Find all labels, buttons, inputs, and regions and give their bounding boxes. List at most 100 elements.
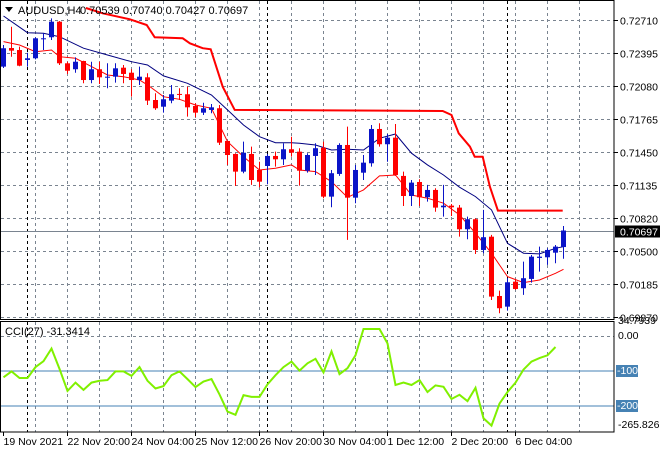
candle-body	[425, 189, 430, 198]
cci-axis-label: 34.7939	[618, 315, 656, 327]
candle-body	[249, 153, 254, 181]
candle-body	[137, 76, 142, 81]
candle-body	[321, 147, 326, 197]
candle-body	[417, 181, 422, 198]
candle-body	[201, 108, 206, 113]
price-axis-label: 0.72080	[620, 82, 658, 94]
time-axis-label: 25 Nov 12:00	[196, 436, 259, 448]
candle-body	[313, 148, 318, 156]
symbol-label: AUDUSD,H4	[18, 5, 82, 17]
candle-body	[217, 108, 222, 143]
candle-bearish	[321, 141, 326, 199]
price-axis-label: 0.70820	[620, 214, 658, 226]
candle-body	[161, 99, 166, 107]
time-axis-label: 6 Dec 04:00	[516, 436, 573, 448]
candle-body	[185, 94, 190, 108]
candle-body	[513, 281, 518, 289]
candle-body	[129, 72, 134, 81]
candle-bullish	[369, 124, 374, 167]
candle-body	[57, 21, 62, 64]
candle-bullish	[337, 143, 342, 176]
cci-axis-label: -100	[617, 365, 638, 377]
price-chart[interactable]: 0.72710 0.72395 0.72080 0.71765 0.71450 0.711…	[0, 0, 660, 450]
candle-body	[9, 48, 14, 51]
candle-body	[225, 140, 230, 156]
candle-body	[537, 256, 542, 258]
candle-body	[561, 230, 566, 248]
cci-axis-label: -200	[617, 400, 638, 412]
candle-body	[393, 137, 398, 175]
candle-body	[377, 128, 382, 145]
time-axis-label: 19 Nov 2021	[4, 436, 64, 448]
candle-body	[337, 144, 342, 174]
candle-body	[209, 107, 214, 110]
candle-body	[65, 63, 70, 71]
candle-body	[89, 69, 94, 81]
candle-body	[113, 68, 118, 77]
cci-axis-label: 0.00	[618, 330, 639, 342]
candle-body	[457, 207, 462, 230]
cci-axis-label: -265.8267	[618, 419, 660, 431]
time-axis-label: 2 Dec 20:00	[452, 436, 509, 448]
candle-bearish	[217, 105, 222, 145]
candle-body	[41, 38, 46, 40]
price-axis-label: 0.70500	[620, 247, 658, 259]
ohlc-readout: 0.70539 0.70740 0.70427 0.70697	[80, 5, 248, 17]
candle-bullish	[1, 44, 6, 69]
time-axis-label: 22 Nov 20:00	[68, 436, 131, 448]
candle-body	[121, 67, 126, 74]
candle-body	[305, 155, 310, 171]
candle-body	[369, 128, 374, 164]
candle-body	[489, 236, 494, 297]
time-axis-label: 1 Dec 12:00	[388, 436, 445, 448]
candle-body	[497, 295, 502, 309]
candle-body	[81, 60, 86, 81]
price-axis-label: 0.71765	[620, 115, 658, 127]
candle-body	[345, 144, 350, 198]
candle-body	[553, 246, 558, 253]
candle-body	[353, 169, 358, 198]
candle-bullish	[353, 164, 358, 204]
candle-body	[409, 182, 414, 197]
candle-body	[33, 38, 38, 59]
candle-body	[25, 58, 30, 60]
price-axis-label: 0.72710	[620, 16, 658, 28]
candle-body	[449, 205, 454, 208]
candle-body	[241, 152, 246, 172]
candle-bullish	[305, 153, 310, 173]
candle-body	[281, 149, 286, 160]
price-axis-label: 0.71450	[620, 148, 658, 160]
candle-body	[169, 94, 174, 101]
candle-bearish	[57, 21, 62, 65]
candle-body	[329, 173, 334, 197]
price-axis-label: 0.72395	[620, 49, 658, 61]
candle-bearish	[145, 73, 150, 106]
time-axis-label: 26 Nov 20:00	[260, 436, 323, 448]
candle-body	[105, 76, 110, 78]
candle-body	[529, 256, 534, 279]
candle-body	[441, 205, 446, 208]
price-axis-label: 0.71135	[620, 181, 657, 193]
candle-bullish	[529, 254, 534, 283]
candle-bearish	[81, 60, 86, 84]
candle-body	[273, 155, 278, 160]
candle-body	[257, 169, 262, 182]
candle-body	[233, 153, 238, 172]
time-axis-label: 24 Nov 04:00	[132, 436, 195, 448]
candle-body	[193, 105, 198, 113]
candle-body	[473, 219, 478, 250]
candle-body	[505, 282, 510, 307]
candle-body	[545, 249, 550, 258]
candle-bearish	[489, 234, 494, 300]
candle-body	[289, 149, 294, 153]
candle-body	[17, 50, 22, 66]
candle-body	[153, 100, 158, 109]
candle-bullish	[505, 278, 510, 311]
candle-body	[521, 278, 526, 289]
candle-bearish	[473, 218, 478, 254]
candle-body	[97, 69, 102, 78]
candle-body	[361, 162, 366, 173]
price-axis-label: 0.70185	[620, 280, 658, 292]
candle-body	[177, 93, 182, 95]
candle-body	[481, 237, 486, 250]
